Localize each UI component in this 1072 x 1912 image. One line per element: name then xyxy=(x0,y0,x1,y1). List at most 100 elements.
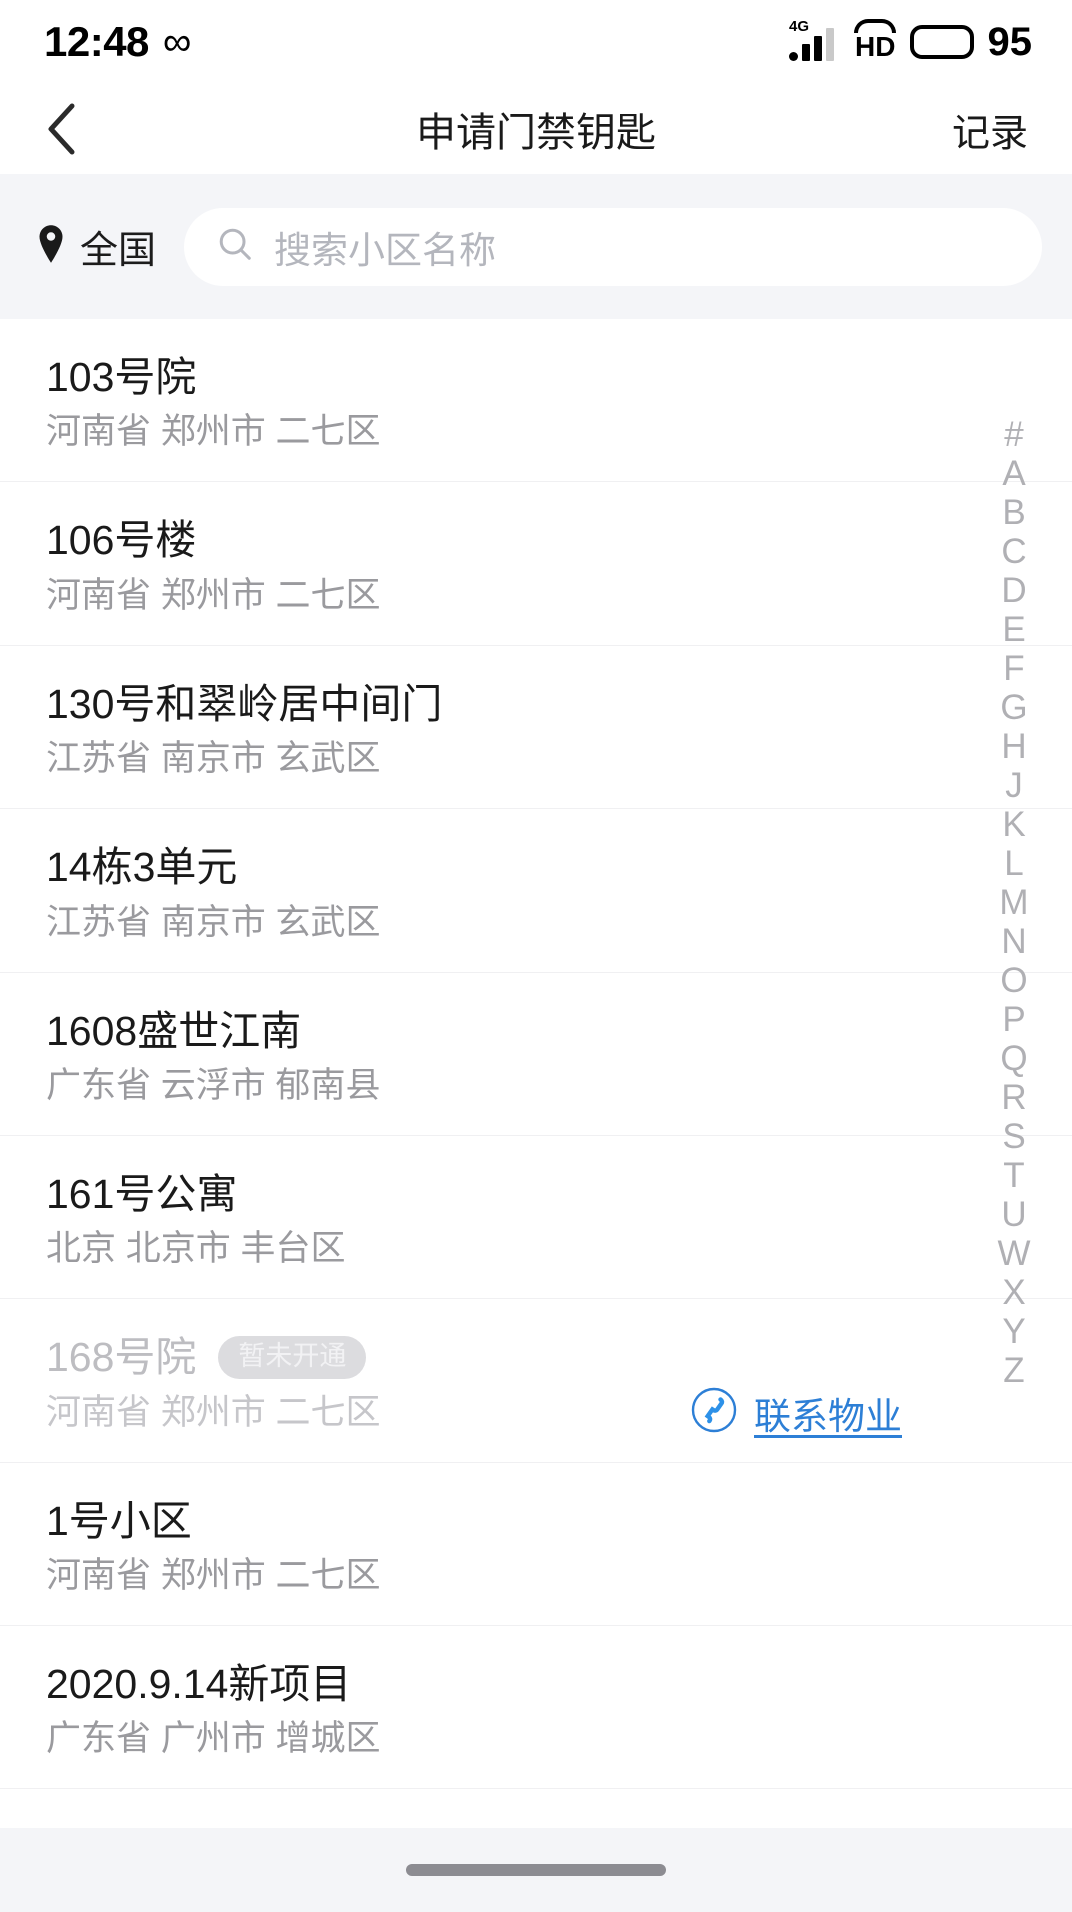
index-letter-h[interactable]: H xyxy=(986,727,1042,766)
list-item-content: 1号小区河南省 郑州市 二七区 xyxy=(46,1497,1072,1597)
contact-property-link[interactable]: 联系物业 xyxy=(690,1386,902,1440)
list-item-title: 103号院 xyxy=(46,354,197,400)
list-item-title-line: 106号楼 xyxy=(46,516,1072,564)
status-badge: 暂未开通 xyxy=(218,1335,367,1379)
hd-voice-icon: HD xyxy=(854,19,897,61)
list-item-content: 20201017项目 xyxy=(46,1823,1072,1828)
list-item-content: 103号院河南省 郑州市 二七区 xyxy=(46,353,1072,453)
location-selector[interactable]: 全国 xyxy=(36,219,156,274)
search-section: 全国 搜索小区名称 xyxy=(0,174,1072,319)
index-letter-p[interactable]: P xyxy=(986,1000,1042,1039)
list-item-title-line: 2020.9.14新项目 xyxy=(46,1660,1072,1708)
community-list-area: 103号院 河南省 郑州市 二七区 106号楼 河南省 郑州市 二七区 130号和翠岭居… xyxy=(0,319,1072,1828)
index-letter-d[interactable]: D xyxy=(986,571,1042,610)
list-item-title-line: 20201017项目 xyxy=(46,1823,1072,1828)
list-item-subtitle: 河南省 郑州市 二七区 xyxy=(46,412,381,452)
list-item[interactable]: 130号和翠岭居中间门江苏省 南京市 玄武区 xyxy=(0,646,1072,810)
index-letter-hash[interactable]: # xyxy=(986,415,1042,454)
list-item-title-line: 14栋3单元 xyxy=(46,843,1072,891)
index-letter-l[interactable]: L xyxy=(986,844,1042,883)
list-item-subtitle: 江苏省 南京市 玄武区 xyxy=(46,902,381,942)
index-letter-w[interactable]: W xyxy=(986,1234,1042,1273)
list-item-title: 20201017项目 xyxy=(46,1823,310,1828)
search-input[interactable]: 搜索小区名称 xyxy=(184,207,1042,286)
list-item-title: 1608盛世江南 xyxy=(46,1007,302,1054)
list-item-title: 2020.9.14新项目 xyxy=(46,1661,352,1707)
status-bar-left: 12:48 ∞ xyxy=(44,21,191,63)
index-letter-g[interactable]: G xyxy=(986,688,1042,727)
index-letter-u[interactable]: U xyxy=(986,1195,1042,1234)
list-item[interactable]: 1608盛世江南广东省 云浮市 郁南县 xyxy=(0,973,1072,1136)
list-item-title: 130号和翠岭居中间门 xyxy=(46,680,443,727)
index-letter-t[interactable]: T xyxy=(986,1156,1042,1195)
index-letter-j[interactable]: J xyxy=(986,766,1042,805)
list-item-subtitle: 江苏省 南京市 玄武区 xyxy=(46,739,381,779)
status-bar: 12:48 ∞ 4G HD 95 xyxy=(0,0,1072,84)
list-item[interactable]: 20201017项目 xyxy=(0,1789,1072,1828)
list-item[interactable]: 103号院河南省 郑州市 二七区 xyxy=(0,319,1072,483)
list-item-title-line: 161号公寓 xyxy=(46,1170,1072,1218)
index-letter-k[interactable]: K xyxy=(986,805,1042,844)
list-item-content: 130号和翠岭居中间门江苏省 南京市 玄武区 xyxy=(46,680,1072,780)
index-letter-o[interactable]: O xyxy=(986,961,1042,1000)
page-title: 申请门禁钥匙 xyxy=(416,111,656,155)
index-letter-a[interactable]: A xyxy=(986,454,1042,493)
infinity-icon: ∞ xyxy=(162,20,192,64)
list-item[interactable]: 14栋3单元江苏省 南京市 玄武区 xyxy=(0,809,1072,973)
contact-property-label: 联系物业 xyxy=(754,1395,902,1437)
list-item-content: 106号楼河南省 郑州市 二七区 xyxy=(46,516,1072,616)
index-letter-z[interactable]: Z xyxy=(986,1351,1042,1390)
search-placeholder: 搜索小区名称 xyxy=(274,229,497,271)
list-item-content: 14栋3单元江苏省 南京市 玄武区 xyxy=(46,843,1072,943)
battery-icon xyxy=(909,25,974,59)
list-item-content: 161号公寓北京 北京市 丰台区 xyxy=(46,1170,1072,1270)
list-item-title: 14栋3单元 xyxy=(46,844,238,891)
list-item-title-line: 1608盛世江南 xyxy=(46,1007,1072,1055)
chevron-left-icon xyxy=(44,101,78,157)
status-clock: 12:48 xyxy=(44,18,149,65)
records-button[interactable]: 记录 xyxy=(952,102,1028,157)
home-indicator-bar xyxy=(0,1828,1072,1912)
list-item-title-line: 1号小区 xyxy=(46,1497,1072,1545)
back-button[interactable] xyxy=(44,99,104,159)
index-letter-q[interactable]: Q xyxy=(986,1039,1042,1078)
network-type-label: 4G xyxy=(789,18,810,35)
nav-bar: 申请门禁钥匙 记录 xyxy=(0,84,1072,174)
index-letter-y[interactable]: Y xyxy=(986,1312,1042,1351)
index-letter-s[interactable]: S xyxy=(986,1117,1042,1156)
list-item-title: 168号院 xyxy=(46,1334,197,1381)
alphabet-index-rail[interactable]: # A B C D E F G H J K L M N O P Q R S T U W X Y Z xyxy=(986,415,1042,1390)
list-item-content: 1608盛世江南广东省 云浮市 郁南县 xyxy=(46,1007,1072,1107)
index-letter-m[interactable]: M xyxy=(986,883,1042,922)
list-item-title-line: 168号院 暂未开通 xyxy=(46,1333,1072,1381)
list-item-content: 168号院 暂未开通 河南省 郑州市 二七区 xyxy=(46,1333,1072,1433)
list-item[interactable]: 168号院 暂未开通 河南省 郑州市 二七区 联系物业 xyxy=(0,1299,1072,1463)
signal-icon: 4G xyxy=(789,19,841,61)
list-item-subtitle: 河南省 郑州市 二七区 xyxy=(46,575,381,615)
location-pin-icon xyxy=(36,224,66,269)
list-item[interactable]: 106号楼河南省 郑州市 二七区 xyxy=(0,482,1072,646)
list-item[interactable]: 161号公寓北京 北京市 丰台区 xyxy=(0,1136,1072,1300)
list-item-subtitle: 北京 北京市 丰台区 xyxy=(46,1229,346,1269)
list-item-subtitle: 广东省 广州市 增城区 xyxy=(46,1719,381,1759)
list-item-subtitle: 广东省 云浮市 郁南县 xyxy=(46,1065,381,1105)
list-item-title: 161号公寓 xyxy=(46,1170,238,1217)
home-indicator[interactable] xyxy=(406,1864,666,1876)
list-item-title: 106号楼 xyxy=(46,517,197,564)
phone-icon xyxy=(690,1386,738,1439)
index-letter-b[interactable]: B xyxy=(986,493,1042,532)
list-item[interactable]: 2020.9.14新项目广东省 广州市 增城区 xyxy=(0,1626,1072,1790)
index-letter-e[interactable]: E xyxy=(986,610,1042,649)
list-item-title: 1号小区 xyxy=(46,1497,192,1544)
index-letter-f[interactable]: F xyxy=(986,649,1042,688)
list-item[interactable]: 1号小区河南省 郑州市 二七区 xyxy=(0,1463,1072,1626)
index-letter-r[interactable]: R xyxy=(986,1078,1042,1117)
index-letter-x[interactable]: X xyxy=(986,1273,1042,1312)
index-letter-c[interactable]: C xyxy=(986,532,1042,571)
location-label: 全国 xyxy=(80,230,157,272)
community-list: 103号院 河南省 郑州市 二七区 106号楼 河南省 郑州市 二七区 130号和翠岭居… xyxy=(0,319,1072,1828)
search-icon xyxy=(216,225,254,268)
list-item-subtitle: 河南省 郑州市 二七区 xyxy=(46,1556,381,1595)
index-letter-n[interactable]: N xyxy=(986,922,1042,961)
list-item-content: 2020.9.14新项目广东省 广州市 增城区 xyxy=(46,1660,1072,1760)
